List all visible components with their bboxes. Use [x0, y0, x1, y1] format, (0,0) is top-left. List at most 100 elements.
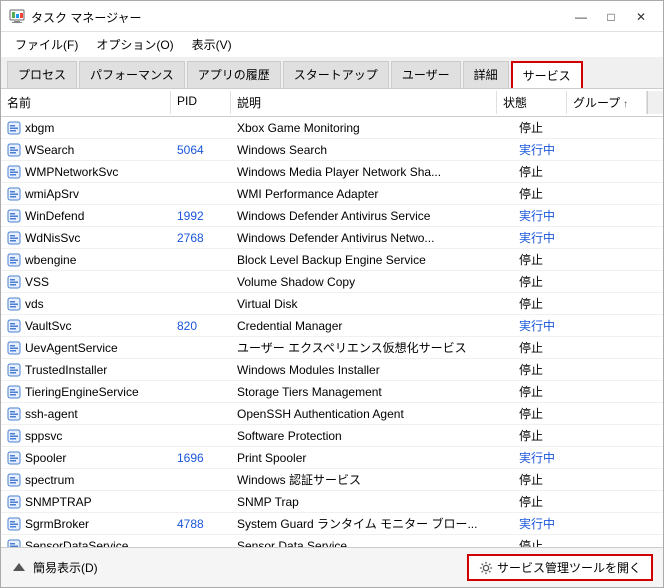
cell-group: [583, 183, 663, 204]
table-row[interactable]: vds Virtual Disk 停止: [1, 293, 663, 315]
cell-name: Spooler: [1, 447, 171, 468]
table-row[interactable]: sppsvc Software Protection 停止: [1, 425, 663, 447]
table-row[interactable]: WSearch 5064 Windows Search 実行中: [1, 139, 663, 161]
cell-group: [583, 381, 663, 402]
tab-app-history[interactable]: アプリの履歴: [187, 61, 281, 88]
table-row[interactable]: UevAgentService ユーザー エクスペリエンス仮想化サービス 停止: [1, 337, 663, 359]
tab-bar: プロセス パフォーマンス アプリの履歴 スタートアップ ユーザー 詳細 サービス: [1, 57, 663, 89]
cell-pid: [171, 271, 231, 292]
cell-status: 停止: [513, 183, 583, 204]
col-name[interactable]: 名前: [1, 91, 171, 114]
cell-name: WinDefend: [1, 205, 171, 226]
cell-desc: Volume Shadow Copy: [231, 271, 513, 292]
cell-pid: [171, 183, 231, 204]
cell-name: SNMPTRAP: [1, 491, 171, 512]
cell-group: [583, 491, 663, 512]
cell-status: 実行中: [513, 205, 583, 226]
table-row[interactable]: WinDefend 1992 Windows Defender Antiviru…: [1, 205, 663, 227]
table-row[interactable]: VaultSvc 820 Credential Manager 実行中: [1, 315, 663, 337]
scrollbar-spacer: [647, 91, 663, 114]
service-icon: [7, 495, 21, 509]
service-icon: [7, 209, 21, 223]
cell-group: [583, 139, 663, 160]
open-services-button[interactable]: サービス管理ツールを開く: [467, 554, 653, 581]
cell-name: WdNisSvc: [1, 227, 171, 248]
cell-status: 停止: [513, 469, 583, 490]
cell-pid: 1992: [171, 205, 231, 226]
minimize-button[interactable]: —: [567, 7, 595, 27]
maximize-button[interactable]: □: [597, 7, 625, 27]
cell-status: 実行中: [513, 227, 583, 248]
cell-desc: Print Spooler: [231, 447, 513, 468]
simple-view-label[interactable]: 簡易表示(D): [33, 559, 98, 576]
window-title: タスク マネージャー: [31, 9, 142, 26]
cell-status: 停止: [513, 293, 583, 314]
cell-pid: [171, 249, 231, 270]
table-row[interactable]: SensorDataService Sensor Data Service 停止: [1, 535, 663, 547]
menu-bar: ファイル(F) オプション(O) 表示(V): [1, 32, 663, 57]
tab-details[interactable]: 詳細: [463, 61, 509, 88]
table-row[interactable]: ssh-agent OpenSSH Authentication Agent 停…: [1, 403, 663, 425]
table-row[interactable]: TrustedInstaller Windows Modules Install…: [1, 359, 663, 381]
service-icon: [7, 275, 21, 289]
service-icon: [7, 473, 21, 487]
cell-group: [583, 403, 663, 424]
cell-name: sppsvc: [1, 425, 171, 446]
table-row[interactable]: xbgm Xbox Game Monitoring 停止: [1, 117, 663, 139]
cell-name: xbgm: [1, 117, 171, 138]
col-group[interactable]: グループ: [567, 91, 647, 114]
menu-options[interactable]: オプション(O): [88, 34, 181, 55]
table-row[interactable]: wbengine Block Level Backup Engine Servi…: [1, 249, 663, 271]
col-desc[interactable]: 説明: [231, 91, 497, 114]
service-icon: [7, 363, 21, 377]
col-status[interactable]: 状態: [497, 91, 567, 114]
table-row[interactable]: WdNisSvc 2768 Windows Defender Antivirus…: [1, 227, 663, 249]
cell-group: [583, 535, 663, 547]
cell-desc: Windows 認証サービス: [231, 469, 513, 490]
table-row[interactable]: wmiApSrv WMI Performance Adapter 停止: [1, 183, 663, 205]
cell-status: 実行中: [513, 139, 583, 160]
table-row[interactable]: spectrum Windows 認証サービス 停止: [1, 469, 663, 491]
service-icon: [7, 143, 21, 157]
cell-desc: Storage Tiers Management: [231, 381, 513, 402]
tab-users[interactable]: ユーザー: [391, 61, 461, 88]
table-body: xbgm Xbox Game Monitoring 停止 WSearch 506…: [1, 117, 663, 547]
tab-process[interactable]: プロセス: [7, 61, 77, 88]
service-icon: [7, 517, 21, 531]
table-header: 名前 PID 説明 状態 グループ: [1, 89, 663, 117]
cell-group: [583, 425, 663, 446]
table-row[interactable]: WMPNetworkSvc Windows Media Player Netwo…: [1, 161, 663, 183]
table-row[interactable]: TieringEngineService Storage Tiers Manag…: [1, 381, 663, 403]
cell-status: 停止: [513, 249, 583, 270]
table-row[interactable]: VSS Volume Shadow Copy 停止: [1, 271, 663, 293]
cell-status: 停止: [513, 403, 583, 424]
cell-status: 停止: [513, 425, 583, 446]
service-icon: [7, 231, 21, 245]
close-button[interactable]: ✕: [627, 7, 655, 27]
task-manager-window: タスク マネージャー — □ ✕ ファイル(F) オプション(O) 表示(V) …: [0, 0, 664, 588]
cell-group: [583, 227, 663, 248]
cell-status: 停止: [513, 271, 583, 292]
cell-desc: Xbox Game Monitoring: [231, 117, 513, 138]
cell-status: 実行中: [513, 513, 583, 534]
menu-view[interactable]: 表示(V): [184, 34, 240, 55]
table-row[interactable]: SgrmBroker 4788 System Guard ランタイム モニター …: [1, 513, 663, 535]
cell-desc: WMI Performance Adapter: [231, 183, 513, 204]
cell-status: 停止: [513, 337, 583, 358]
cell-pid: [171, 491, 231, 512]
table-row[interactable]: SNMPTRAP SNMP Trap 停止: [1, 491, 663, 513]
table-row[interactable]: Spooler 1696 Print Spooler 実行中: [1, 447, 663, 469]
cell-pid: [171, 359, 231, 380]
menu-file[interactable]: ファイル(F): [7, 34, 86, 55]
cell-name: TieringEngineService: [1, 381, 171, 402]
col-pid[interactable]: PID: [171, 91, 231, 114]
service-icon: [7, 253, 21, 267]
cell-desc: Windows Media Player Network Sha...: [231, 161, 513, 182]
cell-name: SensorDataService: [1, 535, 171, 547]
cell-status: 実行中: [513, 315, 583, 336]
tab-performance[interactable]: パフォーマンス: [79, 61, 185, 88]
cell-desc: Software Protection: [231, 425, 513, 446]
tab-services[interactable]: サービス: [511, 61, 583, 88]
cell-status: 停止: [513, 359, 583, 380]
tab-startup[interactable]: スタートアップ: [283, 61, 389, 88]
